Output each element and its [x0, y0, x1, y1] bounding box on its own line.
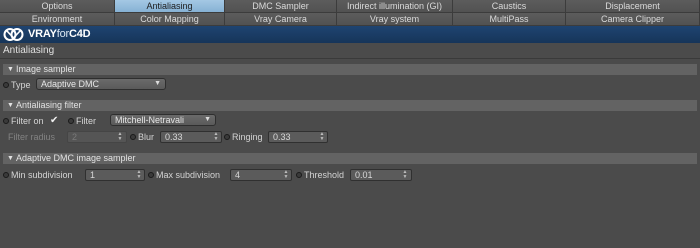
min-subdivision-label: Min subdivision: [11, 170, 73, 180]
min-subdivision-stepper[interactable]: ▲ ▼: [136, 170, 142, 180]
dropdown-arrow-icon: ▼: [204, 116, 211, 123]
max-subdivision-stepper[interactable]: ▲ ▼: [283, 170, 289, 180]
brand-bar: VRAYforC4D: [0, 26, 700, 43]
animate-dot-icon[interactable]: [68, 118, 74, 124]
blur-stepper[interactable]: ▲ ▼: [213, 132, 219, 142]
group-image-sampler-title: Image sampler: [15, 64, 76, 74]
animate-dot-icon[interactable]: [296, 172, 302, 178]
tab-displacement[interactable]: Displacement: [566, 0, 700, 13]
tab-vray-camera[interactable]: Vray Camera: [225, 13, 337, 26]
collapse-triangle-icon[interactable]: ▼: [7, 100, 14, 111]
tab-multipass[interactable]: MultiPass: [453, 13, 566, 26]
animate-dot-icon[interactable]: [130, 134, 136, 140]
max-subdivision-label: Max subdivision: [156, 170, 221, 180]
filter-on-label: Filter on: [11, 116, 44, 126]
tab-dmc-sampler[interactable]: DMC Sampler: [225, 0, 337, 13]
tab-antialiasing[interactable]: Antialiasing: [115, 0, 225, 13]
group-antialiasing-filter-title: Antialiasing filter: [15, 100, 82, 110]
brand-vray: VRAY: [28, 28, 57, 40]
tab-indirect-illumination[interactable]: Indirect illumination (GI): [337, 0, 453, 13]
filter-radius-stepper[interactable]: ▲ ▼: [117, 132, 123, 142]
animate-dot-icon[interactable]: [3, 82, 9, 88]
brand-for: for: [56, 28, 70, 40]
animate-dot-icon[interactable]: [224, 134, 230, 140]
tab-environment[interactable]: Environment: [0, 13, 115, 26]
ringing-stepper[interactable]: ▲ ▼: [319, 132, 325, 142]
type-dropdown[interactable]: Adaptive DMC ▼: [36, 78, 166, 90]
collapse-triangle-icon[interactable]: ▼: [7, 153, 14, 164]
filter-on-checkbox[interactable]: ✔: [50, 116, 60, 126]
brand-logo-text: VRAYforC4D: [28, 26, 91, 43]
tab-vray-system[interactable]: Vray system: [337, 13, 453, 26]
group-image-sampler[interactable]: ▼ Image sampler: [3, 64, 697, 75]
filter-dropdown[interactable]: Mitchell-Netravali ▼: [110, 114, 216, 126]
group-adaptive-dmc-title: Adaptive DMC image sampler: [15, 153, 136, 163]
tab-options[interactable]: Options: [0, 0, 115, 13]
type-dropdown-value: Adaptive DMC: [41, 79, 100, 89]
ringing-label: Ringing: [232, 132, 263, 142]
group-antialiasing-filter[interactable]: ▼ Antialiasing filter: [3, 100, 697, 111]
title-divider: [0, 58, 700, 59]
filter-label: Filter: [76, 116, 96, 126]
tab-caustics[interactable]: Caustics: [453, 0, 566, 13]
animate-dot-icon[interactable]: [3, 118, 9, 124]
tab-camera-clipper[interactable]: Camera Clipper: [566, 13, 700, 26]
collapse-triangle-icon[interactable]: ▼: [7, 64, 14, 75]
page-title: Antialiasing: [3, 45, 55, 56]
threshold-stepper[interactable]: ▲ ▼: [402, 170, 408, 180]
threshold-label: Threshold: [304, 170, 345, 180]
type-label: Type: [11, 80, 31, 90]
filter-radius-label: Filter radius: [8, 132, 56, 142]
group-adaptive-dmc[interactable]: ▼ Adaptive DMC image sampler: [3, 153, 697, 164]
animate-dot-icon[interactable]: [3, 172, 9, 178]
brand-c4d: C4D: [69, 28, 91, 40]
animate-dot-icon[interactable]: [148, 172, 154, 178]
filter-dropdown-value: Mitchell-Netravali: [115, 115, 185, 125]
blur-label: Blur: [138, 132, 155, 142]
tab-row-top: Options Antialiasing DMC Sampler Indirec…: [0, 0, 700, 13]
dropdown-arrow-icon: ▼: [154, 80, 161, 87]
tab-color-mapping[interactable]: Color Mapping: [115, 13, 225, 26]
tab-row-bottom: Environment Color Mapping Vray Camera Vr…: [0, 13, 700, 26]
vray-logo-icon: [3, 28, 24, 41]
